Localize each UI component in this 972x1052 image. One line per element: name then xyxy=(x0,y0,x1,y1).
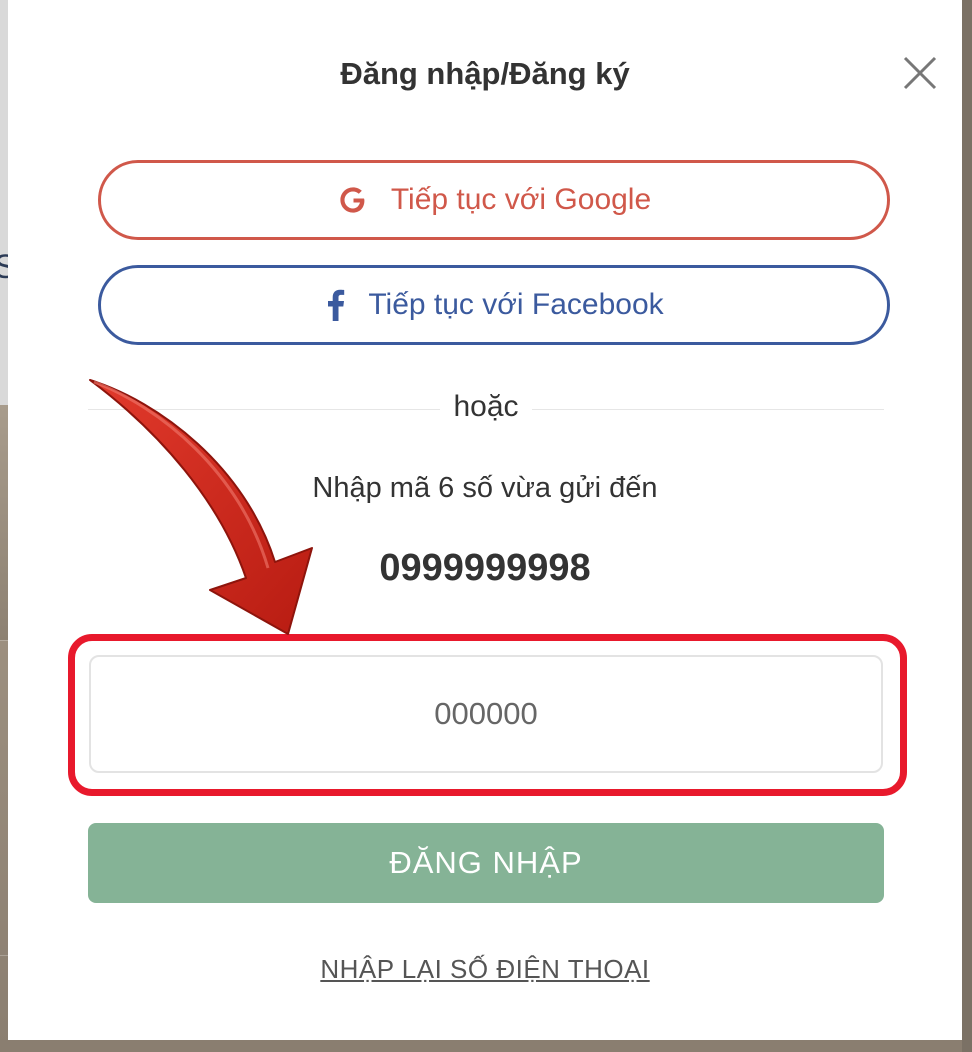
close-icon xyxy=(903,56,937,90)
google-icon xyxy=(337,184,369,216)
close-button[interactable] xyxy=(898,54,942,94)
facebook-login-button[interactable]: Tiếp tục với Facebook xyxy=(98,265,890,345)
modal-title: Đăng nhập/Đăng ký xyxy=(340,56,630,91)
arrow-annotation-icon xyxy=(89,379,313,635)
background-strip xyxy=(962,0,972,1052)
facebook-login-label: Tiếp tục với Facebook xyxy=(368,288,664,321)
facebook-icon xyxy=(324,289,346,321)
login-button[interactable]: ĐĂNG NHẬP xyxy=(88,823,884,903)
google-login-button[interactable]: Tiếp tục với Google xyxy=(98,160,890,240)
reenter-phone-link[interactable]: NHẬP LẠI SỐ ĐIỆN THOẠI xyxy=(8,954,962,985)
google-login-label: Tiếp tục với Google xyxy=(390,183,652,216)
annotation-highlight-box xyxy=(68,634,907,796)
